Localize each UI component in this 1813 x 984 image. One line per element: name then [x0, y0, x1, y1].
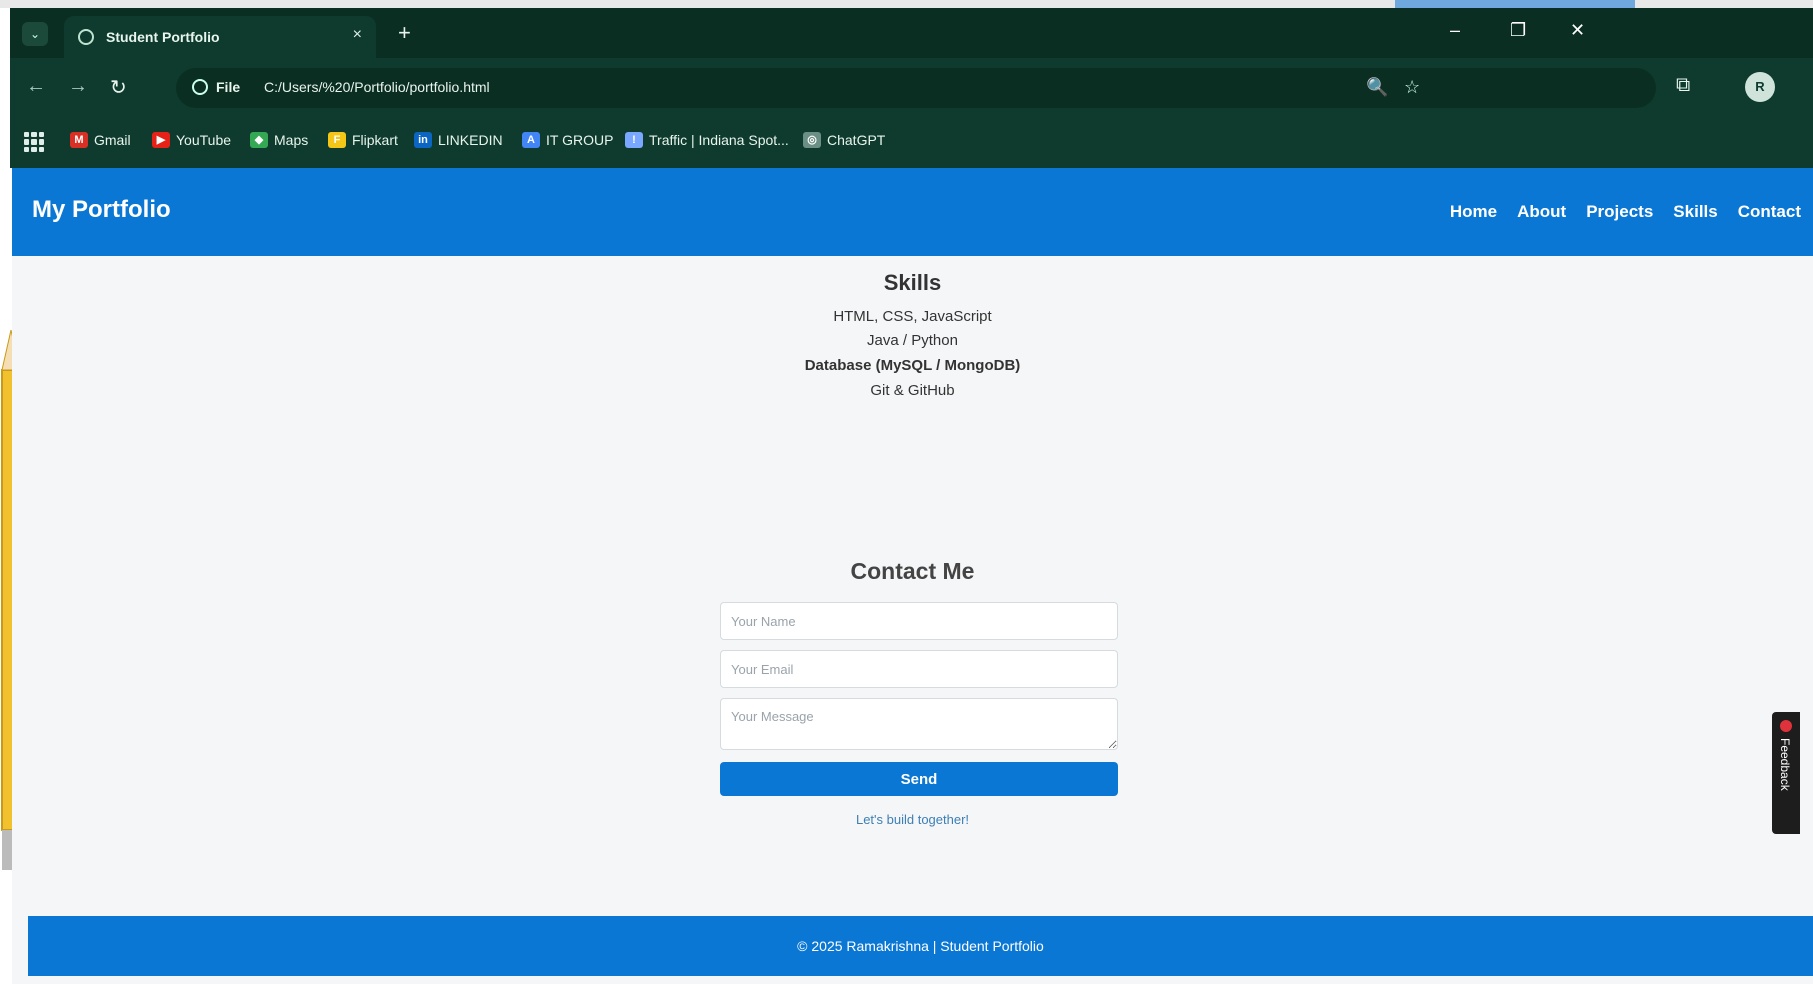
bookmark-label: IT GROUP: [546, 132, 614, 148]
tab-bar: ⌄ Student Portfolio × + – ❐ ✕: [10, 8, 1813, 58]
name-field[interactable]: [720, 602, 1118, 640]
apps-grid-icon[interactable]: [24, 132, 44, 152]
site-info-icon[interactable]: [192, 79, 208, 95]
reload-button[interactable]: ↻: [110, 75, 127, 100]
feedback-tab[interactable]: Feedback: [1772, 712, 1800, 834]
restore-button[interactable]: ❐: [1510, 20, 1526, 41]
email-field[interactable]: [720, 650, 1118, 688]
bookmark-label: Flipkart: [352, 132, 398, 148]
skills-heading: Skills: [883, 270, 942, 295]
message-field[interactable]: [720, 698, 1118, 750]
close-window-button[interactable]: ✕: [1570, 20, 1585, 41]
feedback-label: Feedback: [1778, 738, 1792, 791]
bookmark-icon: ◎: [803, 132, 821, 148]
bookmark-label: Maps: [274, 132, 309, 148]
site-navbar: My Portfolio Home About Projects Skills Cont…: [12, 168, 1813, 256]
forward-button[interactable]: →: [68, 75, 88, 98]
url-scheme: File: [216, 79, 241, 95]
site-nav-links: Home About Projects Skills Contact: [1450, 202, 1801, 222]
bookmark-item[interactable]: A IT GROUP: [522, 132, 613, 148]
browser-toolbar: ← → ↻ File C:/Users/%20/Portfolio/portfo…: [10, 58, 1813, 118]
bookmark-icon: ◆: [250, 132, 268, 148]
bookmark-label: YouTube: [176, 132, 232, 148]
contact-status-text: Let's build together!: [855, 812, 970, 827]
bookmark-icon: M: [70, 132, 88, 148]
tab-title: Student Portfolio: [106, 29, 220, 45]
nav-link-skills[interactable]: Skills: [1673, 202, 1717, 222]
browser-chrome: ⌄ Student Portfolio × + – ❐ ✕ ← → ↻ File…: [10, 8, 1813, 168]
tab-close-icon[interactable]: ×: [353, 26, 362, 44]
new-tab-button[interactable]: +: [398, 20, 411, 46]
minimize-button[interactable]: –: [1450, 20, 1460, 41]
skill-item: Database (MySQL / MongoDB): [804, 357, 1021, 374]
zoom-icon[interactable]: 🔍: [1366, 77, 1388, 98]
bookmark-label: Gmail: [94, 132, 131, 148]
bookmark-star-icon[interactable]: ☆: [1404, 77, 1420, 98]
bookmark-icon: in: [414, 132, 432, 148]
skill-item: Java / Python: [867, 332, 958, 349]
bookmark-label: LINKEDIN: [438, 132, 503, 148]
bookmark-icon: ▶: [152, 132, 170, 148]
address-bar[interactable]: File C:/Users/%20/Portfolio/portfolio.ht…: [176, 68, 1656, 108]
screenshot-frame: ⌄ Student Portfolio × + – ❐ ✕ ← → ↻ File…: [0, 0, 1813, 984]
contact-heading: Contact Me: [850, 558, 975, 584]
site-brand[interactable]: My Portfolio: [32, 196, 171, 224]
bookmark-item[interactable]: ! Traffic | Indiana Spot...: [625, 132, 789, 148]
bookmark-item[interactable]: ◆ Maps: [250, 132, 308, 148]
tab-search-button[interactable]: ⌄: [22, 22, 48, 46]
bookmark-item[interactable]: in LINKEDIN: [414, 132, 503, 148]
nav-link-projects[interactable]: Projects: [1586, 202, 1653, 222]
url-text[interactable]: C:/Users/%20/Portfolio/portfolio.html: [264, 79, 490, 95]
profile-avatar[interactable]: R: [1745, 72, 1775, 102]
bookmark-label: Traffic | Indiana Spot...: [649, 132, 789, 148]
send-button[interactable]: Send: [720, 762, 1118, 796]
bookmark-label: ChatGPT: [827, 132, 886, 148]
nav-link-about[interactable]: About: [1517, 202, 1566, 222]
portfolio-page: My Portfolio Home About Projects Skills Cont…: [12, 168, 1813, 984]
bookmark-item[interactable]: F Flipkart: [328, 132, 398, 148]
back-button[interactable]: ←: [26, 75, 46, 98]
footer-text: © 2025 Ramakrishna | Student Portfolio: [797, 938, 1044, 954]
skill-item: Git & GitHub: [870, 382, 955, 399]
globe-icon: [78, 29, 94, 45]
bookmark-item[interactable]: ◎ ChatGPT: [803, 132, 885, 148]
feedback-dot-icon: [1780, 720, 1792, 732]
bookmark-icon: A: [522, 132, 540, 148]
bookmark-icon: !: [625, 132, 643, 148]
extensions-icon[interactable]: ⧉: [1676, 74, 1690, 97]
skill-item: HTML, CSS, JavaScript: [833, 308, 992, 325]
nav-link-home[interactable]: Home: [1450, 202, 1497, 222]
site-footer: © 2025 Ramakrishna | Student Portfolio: [28, 916, 1813, 976]
nav-link-contact[interactable]: Contact: [1738, 202, 1801, 222]
bookmarks-bar: M Gmail ▶ YouTube ◆ Maps F Flipkart in LINKEDIN A I…: [10, 118, 1813, 168]
bookmark-item[interactable]: ▶ YouTube: [152, 132, 231, 148]
bookmark-icon: F: [328, 132, 346, 148]
bookmark-item[interactable]: M Gmail: [70, 132, 131, 148]
top-strip-accent: [1395, 0, 1635, 8]
active-tab[interactable]: Student Portfolio ×: [64, 16, 376, 58]
